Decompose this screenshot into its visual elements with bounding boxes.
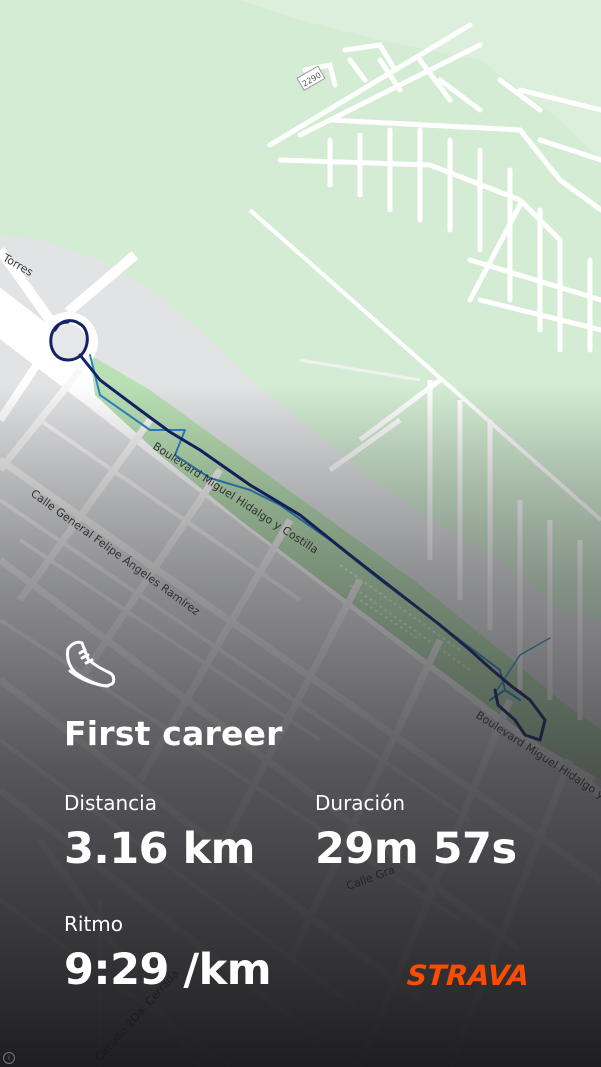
strava-share-card: Torres Boulevard Miguel Hidalgo y Costil… bbox=[0, 0, 601, 1067]
activity-stats-panel: First career Distancia 3.16 km Duración … bbox=[0, 0, 601, 1067]
pace-label: Ritmo bbox=[64, 912, 124, 936]
info-icon[interactable]: i bbox=[3, 1052, 15, 1064]
duration-label: Duración bbox=[315, 791, 406, 815]
duration-value: 29m 57s bbox=[315, 824, 517, 874]
distance-value: 3.16 km bbox=[64, 824, 255, 874]
pace-value: 9:29 /km bbox=[64, 945, 272, 995]
distance-label: Distancia bbox=[64, 791, 157, 815]
activity-title: First career bbox=[64, 714, 283, 753]
strava-logo: STRAVA bbox=[405, 959, 531, 992]
running-shoe-icon bbox=[62, 637, 118, 689]
